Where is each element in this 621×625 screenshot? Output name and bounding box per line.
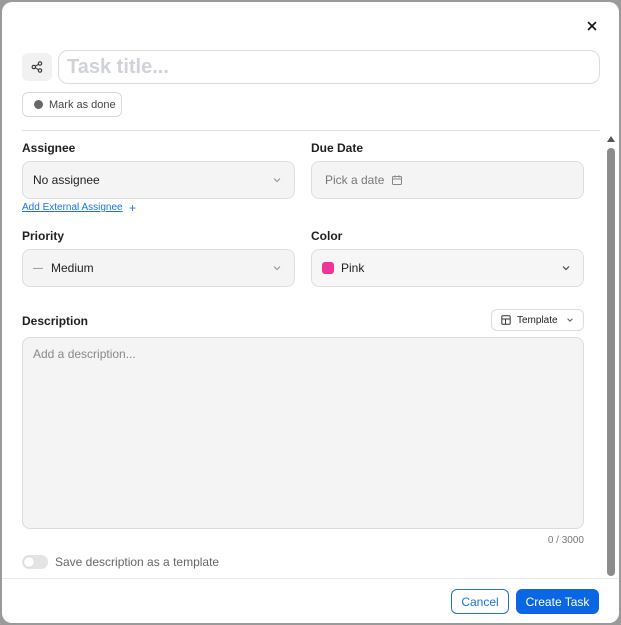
color-value: Pink (341, 261, 365, 275)
priority-select[interactable]: — Medium (22, 249, 295, 287)
chevron-down-icon (562, 266, 570, 271)
assignee-value: No assignee (33, 173, 100, 187)
scroll-up-arrow-icon[interactable] (607, 136, 615, 142)
chevron-down-icon (273, 178, 281, 183)
assignee-label: Assignee (22, 141, 76, 155)
due-date-picker[interactable]: Pick a date (311, 161, 584, 199)
template-icon (501, 315, 511, 325)
priority-value: Medium (51, 261, 94, 275)
close-icon (587, 21, 597, 31)
add-external-assignee-plus[interactable]: + (129, 201, 136, 215)
due-date-placeholder: Pick a date (325, 173, 385, 187)
save-template-toggle[interactable] (22, 555, 48, 569)
vertical-scrollbar[interactable] (606, 134, 616, 578)
priority-label: Priority (22, 229, 65, 243)
chevron-down-icon (273, 266, 281, 271)
assignee-select[interactable]: No assignee (22, 161, 295, 199)
add-external-assignee-link[interactable]: Add External Assignee (22, 202, 123, 213)
save-template-label: Save description as a template (55, 555, 220, 569)
scroll-thumb[interactable] (607, 148, 615, 576)
description-char-counter: 0 / 3000 (547, 535, 584, 546)
template-label: Template (517, 314, 558, 326)
color-label: Color (311, 229, 343, 243)
create-task-dialog: Mark as done Assignee No assignee Add Ex… (2, 2, 619, 623)
calendar-icon (392, 175, 403, 185)
header-divider (22, 130, 600, 131)
status-dot-icon (34, 100, 43, 109)
create-task-button[interactable]: Create Task (516, 589, 599, 614)
description-textarea[interactable] (22, 337, 584, 529)
toggle-knob (24, 557, 34, 567)
due-date-label: Due Date (311, 141, 364, 155)
footer-divider (2, 578, 619, 579)
color-select[interactable]: Pink (311, 249, 584, 287)
chevron-down-icon (566, 318, 573, 322)
share-icon (31, 61, 43, 73)
priority-medium-icon: — (33, 262, 43, 274)
mark-as-done-button[interactable]: Mark as done (22, 92, 122, 117)
template-dropdown-button[interactable]: Template (491, 309, 584, 331)
mark-as-done-label: Mark as done (49, 98, 116, 111)
color-swatch (322, 262, 334, 274)
task-title-input[interactable] (58, 50, 600, 84)
close-button[interactable] (582, 16, 602, 36)
share-button[interactable] (22, 53, 52, 81)
cancel-button[interactable]: Cancel (451, 589, 509, 614)
description-label: Description (22, 314, 89, 328)
